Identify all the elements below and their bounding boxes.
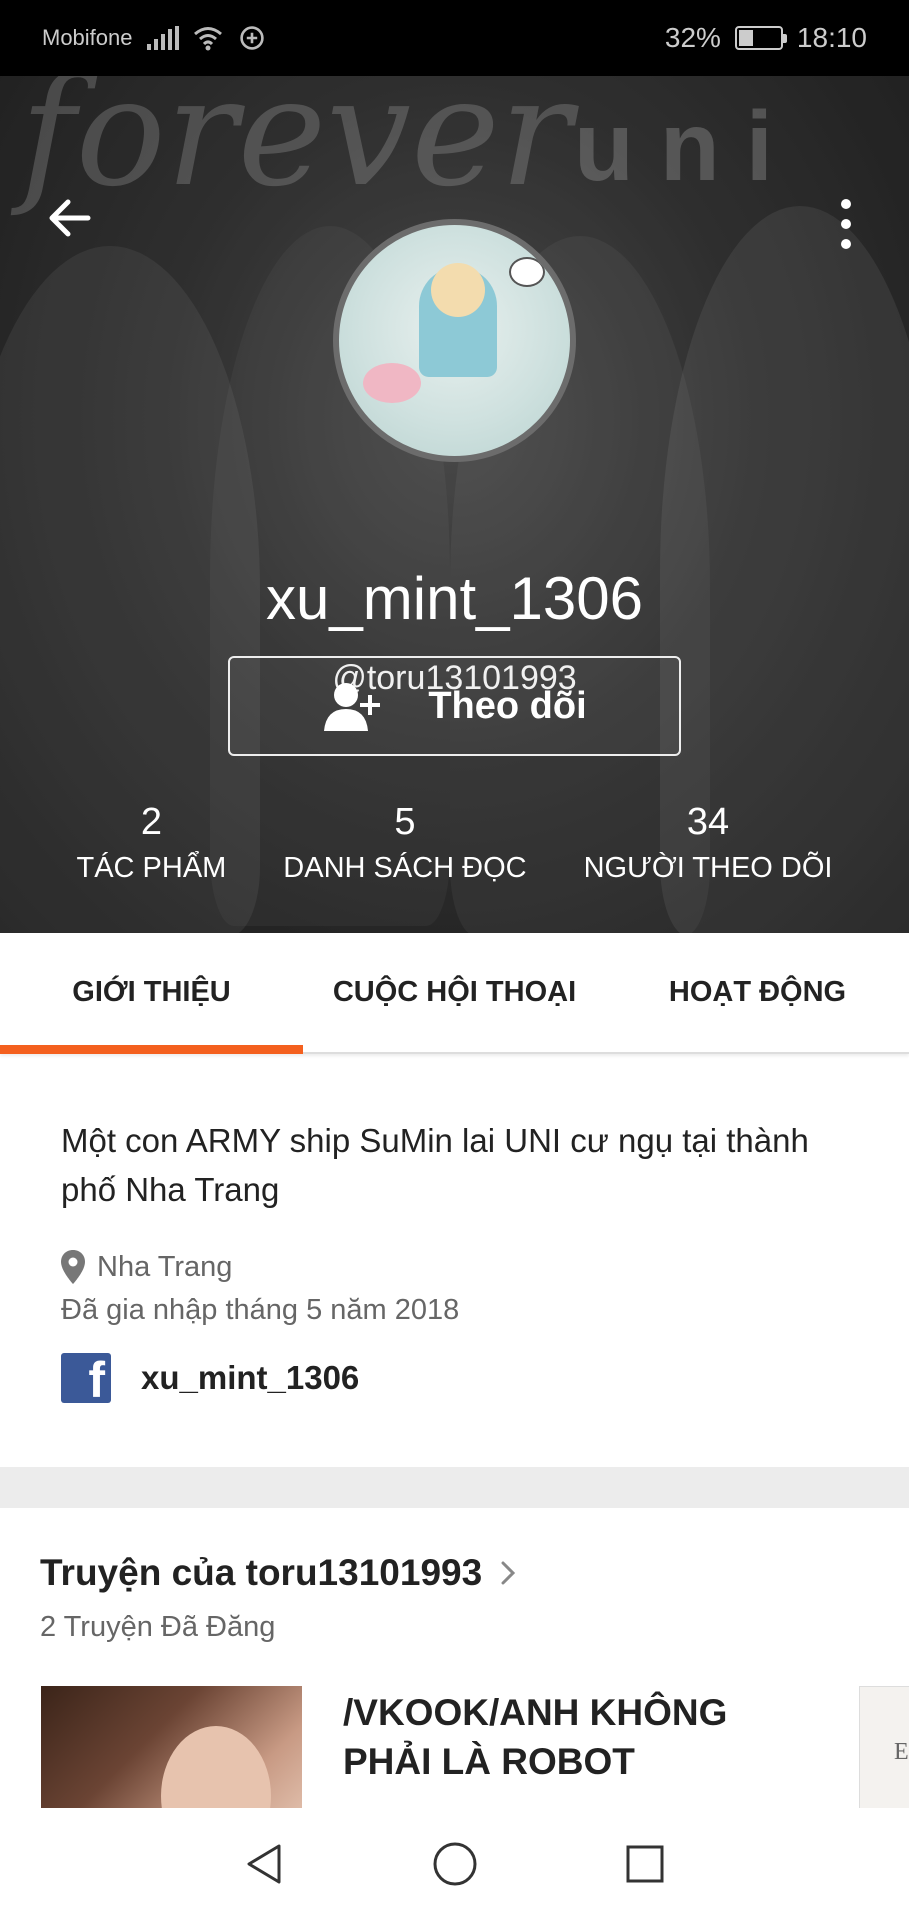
chevron-right-icon xyxy=(501,1561,516,1585)
stories-count: 2 Truyện Đã Đăng xyxy=(40,1611,276,1643)
avatar[interactable] xyxy=(333,219,576,462)
story-cover-image-2[interactable]: En xyxy=(859,1686,909,1808)
stat-reading-lists-label: DANH SÁCH ĐỌC xyxy=(283,852,527,884)
location-text: Nha Trang xyxy=(97,1250,233,1283)
follow-label: Theo dõi xyxy=(428,684,587,727)
system-nav-bar xyxy=(0,1808,909,1920)
bio-text: Một con ARMY ship SuMin lai UNI cư ngụ t… xyxy=(61,1122,809,1208)
section-divider xyxy=(0,1467,909,1508)
facebook-link[interactable]: f xu_mint_1306 xyxy=(61,1353,849,1403)
data-saver-icon xyxy=(239,26,264,50)
status-bar: Mobifone 32% 18:10 xyxy=(0,0,909,76)
story-title[interactable]: /VKOOK/ANH KHÔNG PHẢI LÀ ROBOT xyxy=(343,1688,763,1786)
battery-percent: 32% xyxy=(664,22,721,53)
status-left: Mobifone xyxy=(42,25,267,51)
stories-section: Truyện của toru13101993 2 Truyện Đã Đăng… xyxy=(0,1508,909,1808)
stat-works[interactable]: 2 TÁC PHẨM xyxy=(76,801,226,885)
about-section: Một con ARMY ship SuMin lai UNI cư ngụ t… xyxy=(0,1056,909,1467)
nav-home-button[interactable] xyxy=(425,1834,485,1894)
facebook-icon: f xyxy=(61,1353,111,1403)
add-user-icon xyxy=(324,683,381,731)
stat-reading-lists-value: 5 xyxy=(394,801,416,843)
stat-works-value: 2 xyxy=(140,801,162,843)
clock: 18:10 xyxy=(796,22,867,53)
joined-date: Đã gia nhập tháng 5 năm 2018 xyxy=(61,1294,460,1326)
story-cover-image[interactable] xyxy=(41,1686,302,1808)
nav-back-icon xyxy=(247,1844,280,1884)
stories-title: Truyện của toru13101993 xyxy=(40,1552,483,1593)
tab-conversations[interactable]: CUỘC HỘI THOẠI xyxy=(303,933,606,1052)
stat-reading-lists[interactable]: 5 DANH SÁCH ĐỌC xyxy=(283,801,526,885)
stat-followers-value: 34 xyxy=(686,801,730,843)
carrier-name: Mobifone xyxy=(42,25,133,50)
nav-home-icon xyxy=(433,1842,476,1886)
stat-followers[interactable]: 34 NGƯỜI THEO DÕI xyxy=(584,801,833,885)
facebook-name: xu_mint_1306 xyxy=(141,1359,360,1396)
signal-icon xyxy=(146,26,179,50)
follow-button[interactable]: Theo dõi xyxy=(228,656,681,756)
tab-about[interactable]: GIỚI THIỆU xyxy=(0,933,303,1054)
wifi-icon xyxy=(193,27,222,51)
more-vert-icon[interactable] xyxy=(826,196,866,252)
tab-activity[interactable]: HOẠT ĐỘNG xyxy=(606,933,909,1052)
nav-back-button[interactable] xyxy=(235,1834,295,1894)
stories-header[interactable]: Truyện của toru13101993 xyxy=(40,1552,518,1594)
profile-header: forever uni xu_mint_1306 @toru13101993 T… xyxy=(0,76,909,933)
profile-stats: 2 TÁC PHẨM 5 DANH SÁCH ĐỌC 34 NGƯỜI THEO… xyxy=(0,801,909,885)
profile-tabs: GIỚI THIỆU CUỘC HỘI THOẠI HOẠT ĐỘNG xyxy=(0,933,909,1054)
display-name: xu_mint_1306 xyxy=(266,565,643,632)
profile-screen: Mobifone 32% 18:10 forever uni xu_mint_1… xyxy=(0,0,909,1920)
nav-recents-button[interactable] xyxy=(615,1834,675,1894)
location-row: Nha Trang xyxy=(61,1250,849,1284)
stat-works-label: TÁC PHẨM xyxy=(76,852,227,884)
battery-icon xyxy=(734,26,787,50)
nav-recents-icon xyxy=(626,1845,663,1883)
location-pin-icon xyxy=(61,1250,85,1284)
status-right: 32% 18:10 xyxy=(665,22,867,54)
back-arrow-icon[interactable] xyxy=(44,192,96,244)
stat-followers-label: NGƯỜI THEO DÕI xyxy=(583,852,833,884)
